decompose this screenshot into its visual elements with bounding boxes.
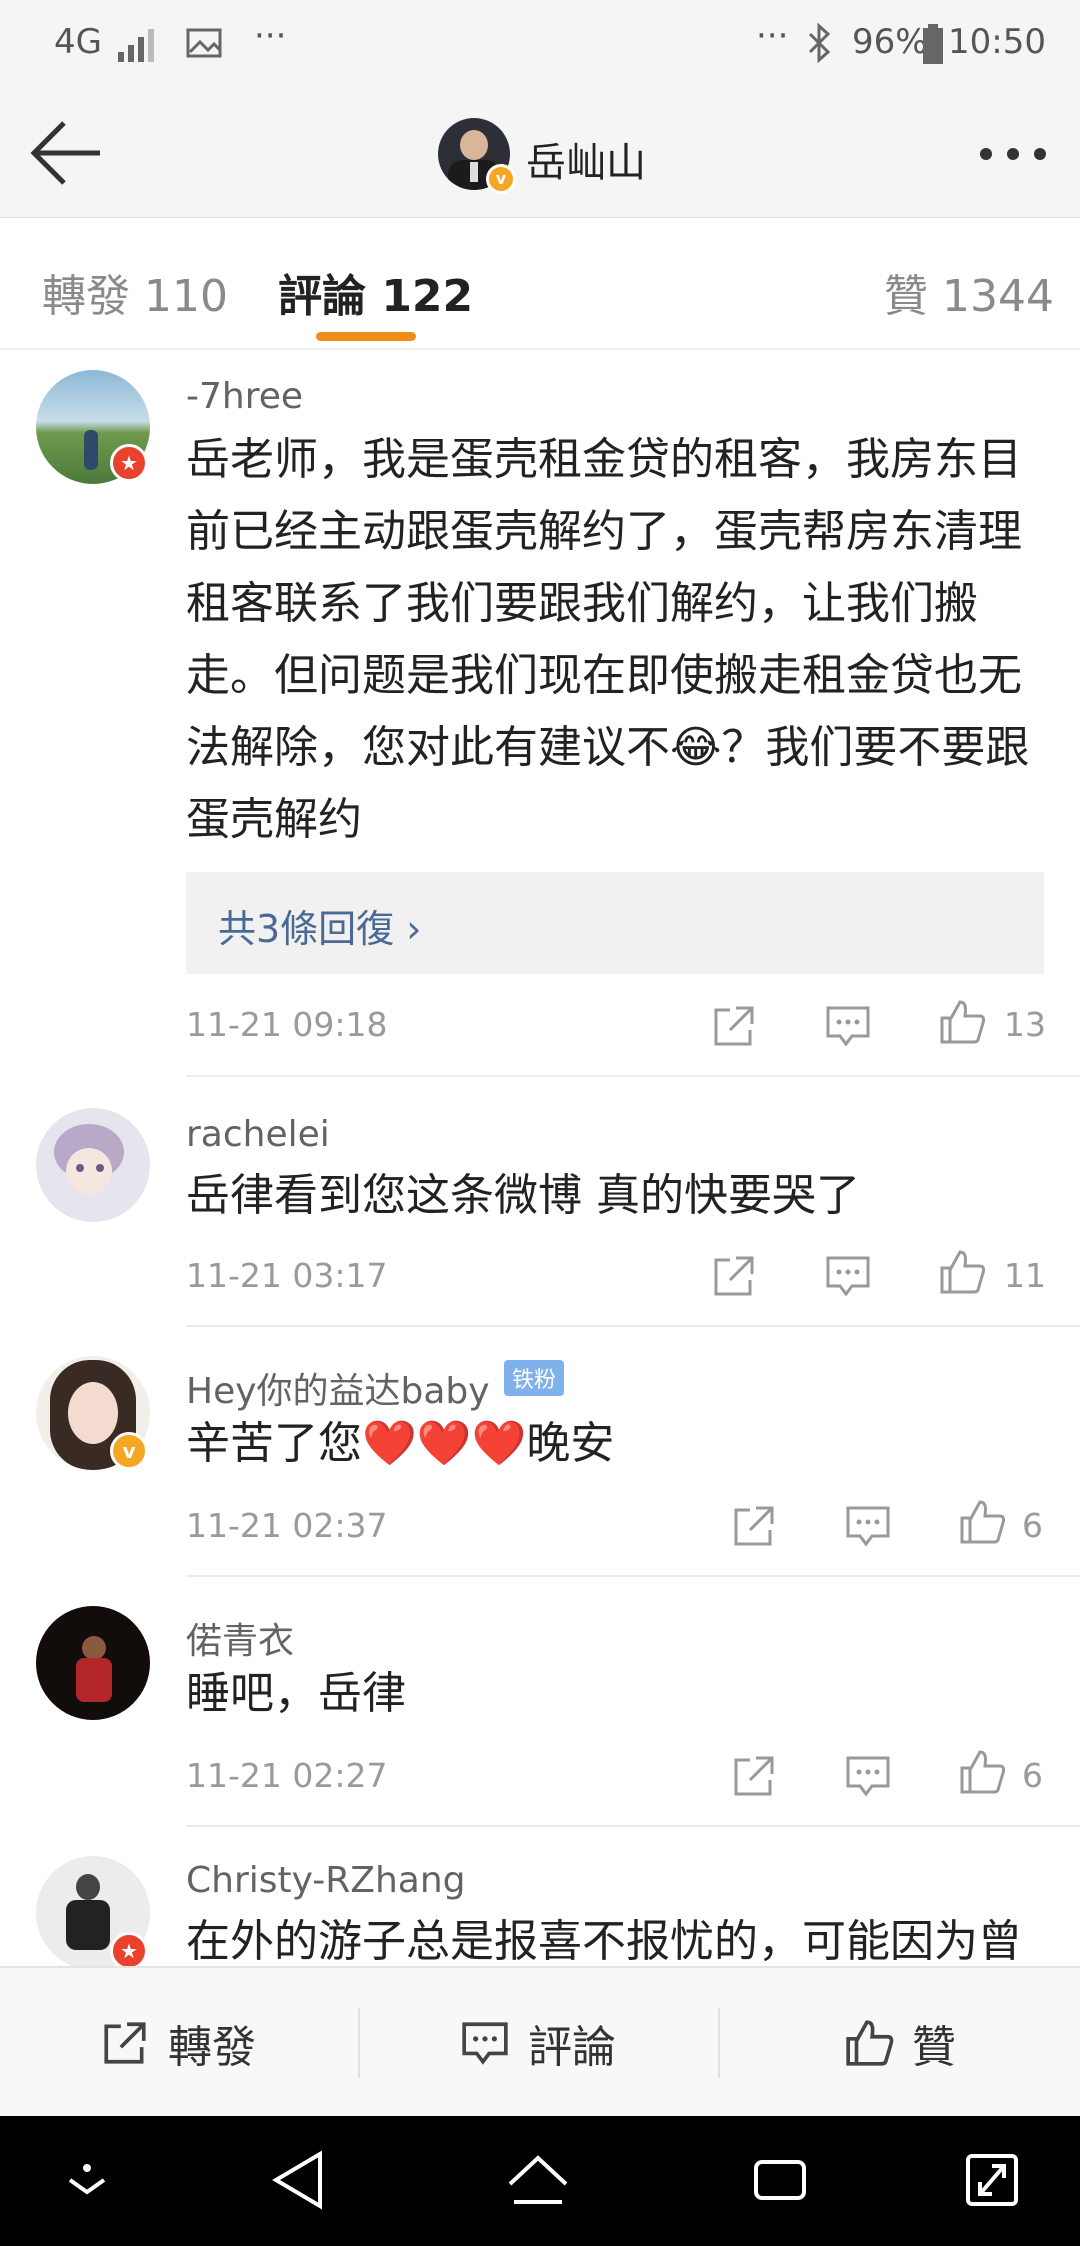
network-indicator: 4G (54, 22, 102, 62)
like-count: 6 (1022, 1506, 1043, 1545)
comment-username[interactable]: Hey你的益达baby (186, 1362, 490, 1414)
share-icon[interactable] (710, 1252, 758, 1300)
comment-username[interactable]: 偌青衣 (186, 1612, 294, 1664)
like-count: 6 (1022, 1756, 1043, 1795)
status-bar: 4G ··· ··· 96% 10:50 (0, 0, 1080, 90)
comment-username[interactable]: -7hree (186, 376, 303, 417)
comment-text: 岳律看到您这条微博 真的快要哭了 (186, 1170, 860, 1221)
system-nav-bar (0, 2116, 1080, 2246)
tab-likes[interactable]: 贊 1344 (884, 260, 1054, 324)
separator (718, 2008, 720, 2078)
comment-username[interactable]: rachelei (186, 1114, 330, 1155)
comment-item: ★ Christy-RZhang 在外的游子总是报喜不报忧的，可能因为曾 (0, 1850, 1080, 1966)
comment-icon[interactable] (824, 1002, 872, 1050)
comment-divider (186, 1575, 1080, 1577)
thumbs-up-icon[interactable] (958, 1498, 1006, 1546)
like-count: 11 (1004, 1256, 1046, 1295)
share-icon[interactable] (710, 1002, 758, 1050)
replies-label: 共3條回復 › (218, 907, 422, 951)
thumbs-up-icon[interactable] (958, 1748, 1006, 1796)
thumbs-up-icon[interactable] (938, 998, 986, 1046)
battery-percent: 96% (852, 22, 928, 62)
comment-text: 岳老师，我是蛋壳租金贷的租客，我房东目 前已经主动跟蛋壳解约了，蛋壳帮房东清理 … (186, 434, 1030, 845)
tab-bar: 轉發 110 評論 122 贊 1344 (0, 218, 1080, 350)
comment-icon[interactable] (824, 1252, 872, 1300)
verified-badge: ★ (110, 444, 148, 482)
comment-icon (462, 2022, 508, 2065)
verified-badge: v (110, 1432, 148, 1470)
comment-text: 睡吧，岳律 (186, 1668, 406, 1719)
verified-badge: ★ (110, 1932, 148, 1966)
title-bar: v 岳屾山 (0, 90, 1080, 218)
back-nav-icon[interactable] (270, 2148, 330, 2212)
header-username[interactable]: 岳屾山 (526, 130, 646, 188)
share-icon (104, 2022, 146, 2064)
share-icon[interactable] (730, 1752, 778, 1800)
status-more-right: ··· (756, 16, 789, 56)
comment-time: 11-21 02:27 (186, 1756, 388, 1795)
recents-nav-icon[interactable] (750, 2148, 810, 2212)
comment-divider (186, 1825, 1080, 1827)
more-dots-icon[interactable] (978, 146, 1048, 162)
avatar[interactable] (36, 1606, 150, 1720)
signal-icon (118, 29, 154, 62)
comment-divider (186, 1075, 1080, 1077)
comment-time: 11-21 03:17 (186, 1256, 388, 1295)
avatar[interactable] (36, 1108, 150, 1222)
like-count: 13 (1004, 1005, 1046, 1044)
comment-text: 辛苦了您❤️❤️❤️晚安 (186, 1418, 615, 1469)
image-icon (186, 28, 222, 58)
active-tab-indicator (316, 332, 416, 341)
arrow-left-icon[interactable] (30, 120, 102, 186)
home-nav-icon[interactable] (506, 2148, 570, 2212)
fan-badge: 铁粉 (504, 1360, 565, 1396)
verified-badge: v (486, 164, 516, 194)
like-button[interactable]: 贊 (844, 1968, 956, 2118)
battery-icon (923, 24, 943, 64)
bottom-action-bar: 轉發 評論 贊 (0, 1966, 1080, 2116)
comment-text: 在外的游子总是报喜不报忧的，可能因为曾 (186, 1916, 1022, 1966)
thumbs-up-icon[interactable] (938, 1248, 986, 1296)
comment-icon[interactable] (844, 1752, 892, 1800)
share-icon[interactable] (730, 1502, 778, 1550)
comment-icon[interactable] (844, 1502, 892, 1550)
status-time: 10:50 (948, 22, 1046, 62)
comment-button[interactable]: 評論 (460, 1968, 616, 2118)
replies-link[interactable]: 共3條回復 › (186, 872, 1044, 974)
bluetooth-icon (808, 22, 831, 64)
tab-comments[interactable]: 評論 122 (278, 260, 473, 324)
comment-time: 11-21 09:18 (186, 1005, 388, 1044)
hide-keyboard-icon[interactable] (62, 2160, 112, 2200)
thumbs-up-icon (846, 2020, 894, 2066)
comment-time: 11-21 02:37 (186, 1506, 388, 1545)
fullscreen-nav-icon[interactable] (962, 2148, 1022, 2212)
separator (358, 2008, 360, 2078)
repost-button[interactable]: 轉發 (100, 1968, 256, 2118)
tab-repost[interactable]: 轉發 110 (42, 260, 228, 324)
comment-username[interactable]: Christy-RZhang (186, 1860, 466, 1901)
status-more-left: ··· (254, 16, 287, 56)
comment-divider (186, 1325, 1080, 1327)
